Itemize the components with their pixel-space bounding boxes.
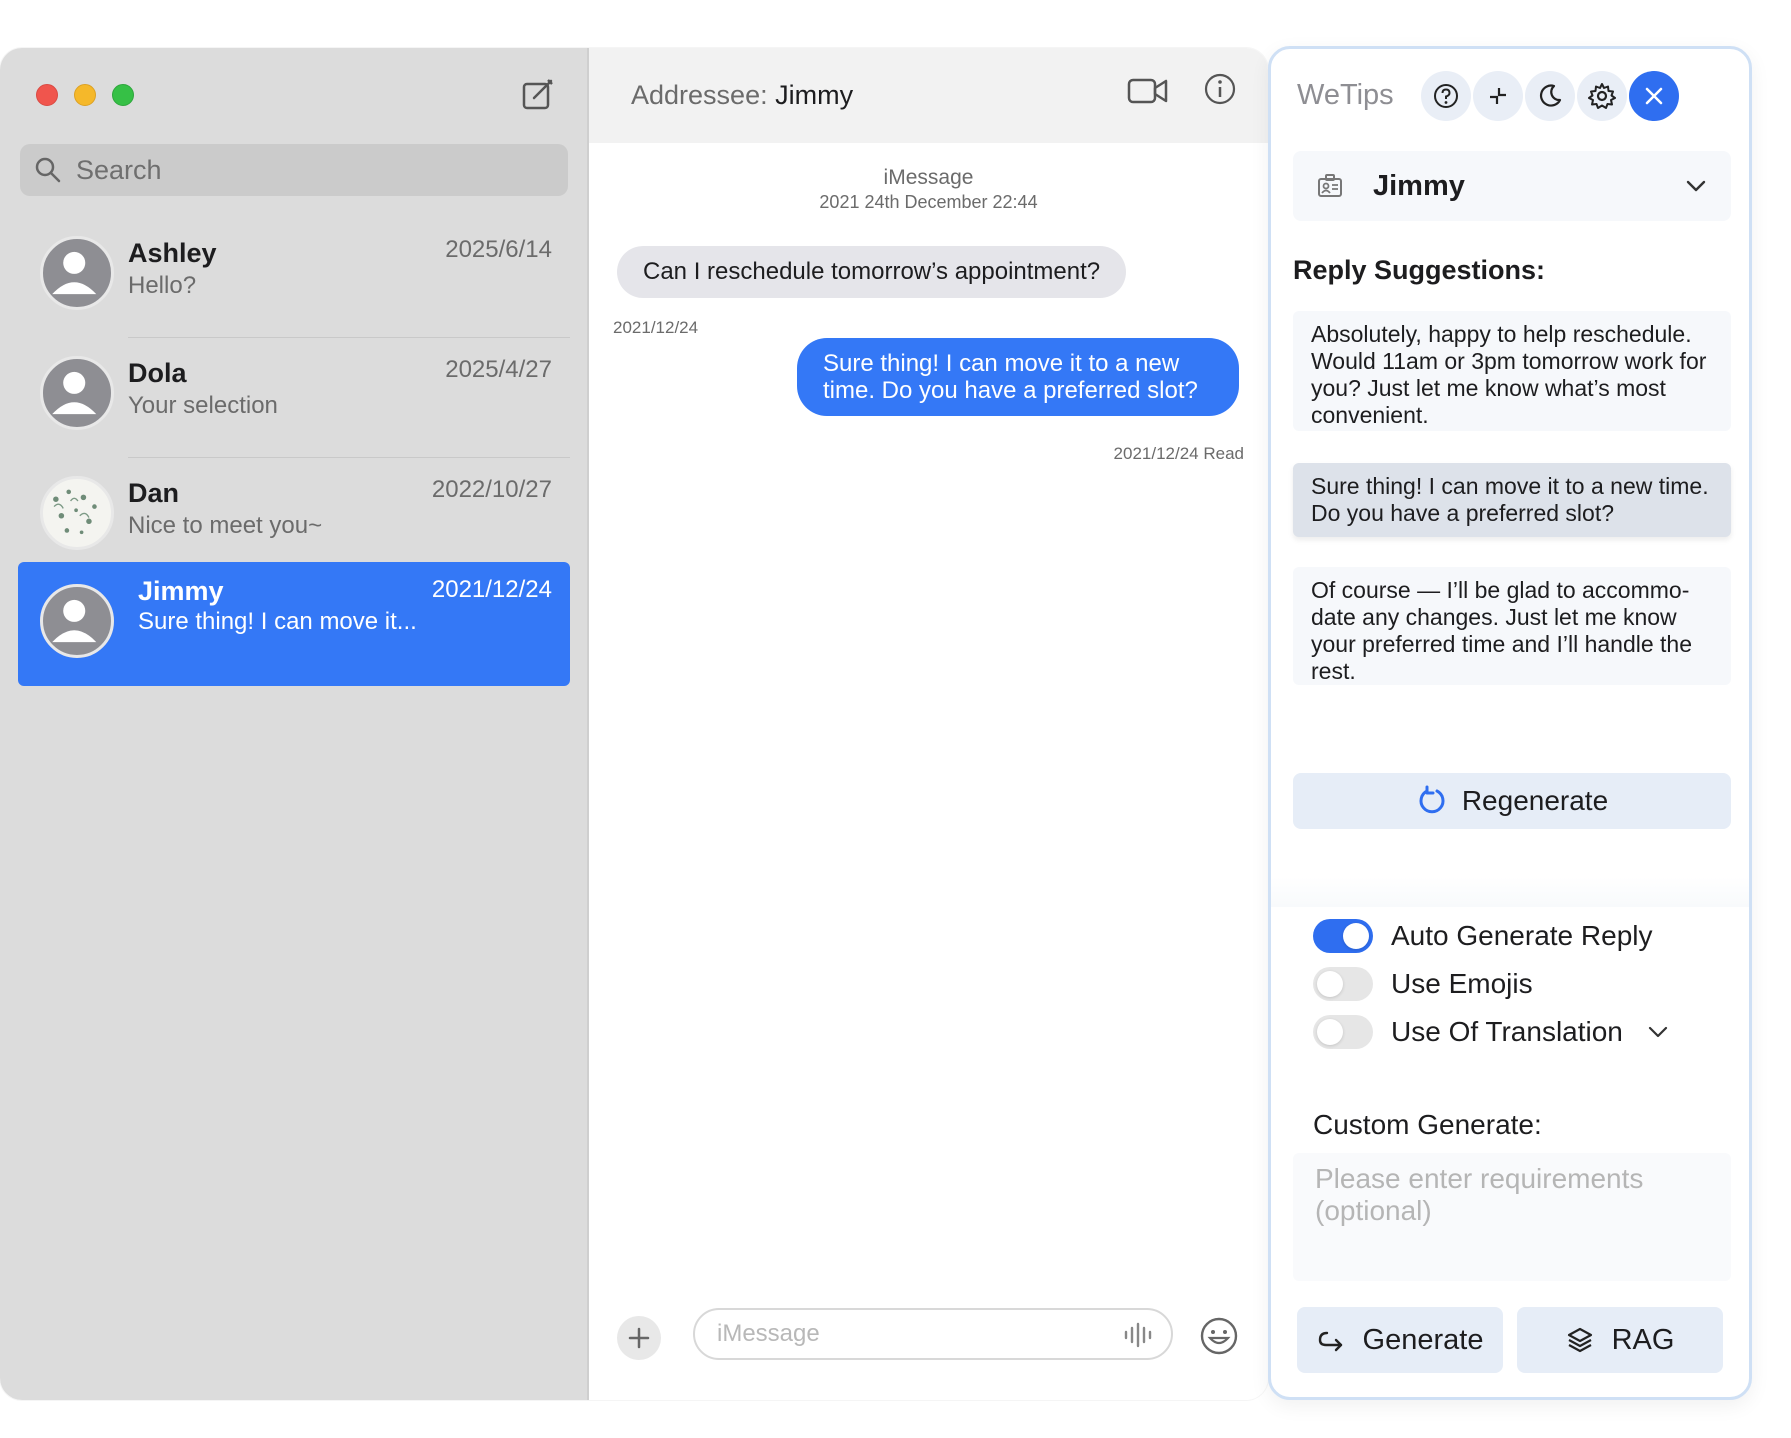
translation-switch[interactable] xyxy=(1313,1015,1373,1049)
settings-button[interactable] xyxy=(1577,71,1627,121)
reply-suggestions-heading: Reply Suggestions: xyxy=(1293,255,1546,285)
gear-icon xyxy=(1588,83,1616,109)
video-call-icon[interactable] xyxy=(1127,76,1169,106)
help-button[interactable] xyxy=(1421,71,1471,121)
conversation-preview: Your selection xyxy=(128,392,278,419)
conversation-list: Ashley Hello? 2025/6/14 Dola Your select… xyxy=(18,218,570,686)
close-window-button[interactable] xyxy=(36,84,58,106)
search-icon xyxy=(35,157,61,183)
minimize-window-button[interactable] xyxy=(74,84,96,106)
contact-selector[interactable]: Jimmy xyxy=(1293,151,1731,221)
toggle-label: Use Of Translation xyxy=(1391,1016,1623,1047)
window-controls xyxy=(36,84,134,106)
emoji-icon[interactable] xyxy=(1199,1316,1239,1356)
toggle-translation: Use Of Translation xyxy=(1313,1015,1669,1049)
chevron-down-icon xyxy=(1686,180,1706,192)
plus-icon xyxy=(628,1327,650,1349)
avatar xyxy=(40,584,114,658)
outgoing-message: Sure thing! I can move it to a new time.… xyxy=(797,338,1239,416)
custom-generate-heading: Custom Generate: xyxy=(1313,1109,1542,1140)
avatar xyxy=(40,476,114,550)
conversation-name: Ashley xyxy=(128,238,217,268)
refresh-icon xyxy=(1419,785,1445,814)
service-label: iMessage xyxy=(883,166,974,189)
message-input[interactable] xyxy=(717,1320,1097,1348)
conversation-jimmy[interactable]: Jimmy Sure thing! I can move it... 2021/… xyxy=(18,562,570,686)
conversation-date: 2025/4/27 xyxy=(445,356,552,383)
auto-generate-switch[interactable] xyxy=(1313,919,1373,953)
conversation-dola[interactable]: Dola Your selection 2025/4/27 xyxy=(40,338,570,458)
collapse-button[interactable] xyxy=(1473,71,1523,121)
rag-button[interactable]: RAG xyxy=(1517,1307,1723,1373)
suggestion-card-selected[interactable]: Sure thing! I can move it to a new time.… xyxy=(1293,463,1731,537)
sidebar: Ashley Hello? 2025/6/14 Dola Your select… xyxy=(0,48,589,1400)
chat-pane: Addressee: Jimmy iMessage 2021 24th Dece… xyxy=(589,48,1268,1400)
conversation-preview: Nice to meet you~ xyxy=(128,512,323,539)
incoming-date: 2021/12/24 xyxy=(613,318,699,337)
generate-label: Generate xyxy=(1362,1323,1484,1356)
compose-icon[interactable] xyxy=(520,76,556,112)
composer xyxy=(589,1300,1268,1400)
conversation-name: Dola xyxy=(128,358,187,388)
conversation-date: 2021/12/24 xyxy=(431,576,552,603)
suggestion-card[interactable]: Of course — I’ll be glad to accommo-date… xyxy=(1293,567,1731,685)
avatar xyxy=(40,236,114,310)
close-panel-button[interactable] xyxy=(1629,71,1679,121)
reply-arrow-icon xyxy=(1318,1331,1342,1352)
search-input[interactable] xyxy=(76,154,536,186)
custom-requirements-box xyxy=(1293,1153,1731,1281)
generate-button[interactable]: Generate xyxy=(1297,1307,1503,1373)
regenerate-button[interactable]: Regenerate xyxy=(1293,773,1731,829)
conversation-meta: iMessage 2021 24th December 22:44 xyxy=(589,166,1268,213)
help-icon xyxy=(1434,84,1458,108)
conversation-preview: Sure thing! I can move it... xyxy=(138,608,417,635)
use-emojis-switch[interactable] xyxy=(1313,967,1373,1001)
conversation-date: 2025/6/14 xyxy=(445,236,552,263)
regenerate-label: Regenerate xyxy=(1461,785,1609,816)
avatar xyxy=(40,356,114,430)
chevron-down-icon[interactable] xyxy=(1647,1021,1669,1043)
close-icon xyxy=(1645,87,1663,105)
read-receipt: 2021/12/24 Read xyxy=(1113,444,1244,463)
conversation-timestamp: 2021 24th December 22:44 xyxy=(819,192,1038,212)
contact-name: Jimmy xyxy=(1373,169,1465,202)
panel-title: WeTips xyxy=(1297,79,1394,111)
moon-icon xyxy=(1539,84,1562,107)
toggle-use-emojis: Use Emojis xyxy=(1313,967,1533,1001)
addressee-name: Jimmy xyxy=(775,80,854,110)
audio-wave-icon[interactable] xyxy=(1123,1322,1153,1348)
incoming-message: Can I reschedule tomorrow’s appointment? xyxy=(617,246,1127,298)
toggle-label: Auto Generate Reply xyxy=(1391,920,1653,951)
conversation-dan[interactable]: Dan Nice to meet you~ 2022/10/27 xyxy=(40,458,570,578)
add-attachment-button[interactable] xyxy=(617,1316,661,1360)
toggle-label: Use Emojis xyxy=(1391,968,1533,999)
suggestion-card[interactable]: Absolutely, happy to help reschedule. Wo… xyxy=(1293,311,1731,431)
toggle-auto-generate: Auto Generate Reply xyxy=(1313,919,1653,953)
layers-icon xyxy=(1567,1327,1592,1353)
conversation-name: Jimmy xyxy=(138,576,224,606)
rag-label: RAG xyxy=(1611,1323,1675,1356)
custom-requirements-input[interactable] xyxy=(1315,1163,1709,1271)
messages-window: Ashley Hello? 2025/6/14 Dola Your select… xyxy=(0,48,1268,1400)
chat-header: Addressee: Jimmy xyxy=(589,48,1268,143)
section-divider xyxy=(1271,877,1749,907)
addressee-label: Addressee: xyxy=(631,80,768,110)
zoom-window-button[interactable] xyxy=(112,84,134,106)
conversation-date: 2022/10/27 xyxy=(431,476,552,503)
addressee: Addressee: Jimmy xyxy=(631,80,853,111)
dark-mode-button[interactable] xyxy=(1525,71,1575,121)
search-bar[interactable] xyxy=(20,144,568,196)
conversation-ashley[interactable]: Ashley Hello? 2025/6/14 xyxy=(40,218,570,338)
wetips-panel: WeTips Jimmy Reply Suggestions: Absolute… xyxy=(1268,46,1752,1400)
contact-card-icon xyxy=(1318,174,1342,197)
info-icon[interactable] xyxy=(1203,72,1237,106)
conversation-preview: Hello? xyxy=(128,272,197,299)
message-field[interactable] xyxy=(693,1308,1173,1360)
collapse-icon xyxy=(1490,88,1506,104)
conversation-name: Dan xyxy=(128,478,180,508)
